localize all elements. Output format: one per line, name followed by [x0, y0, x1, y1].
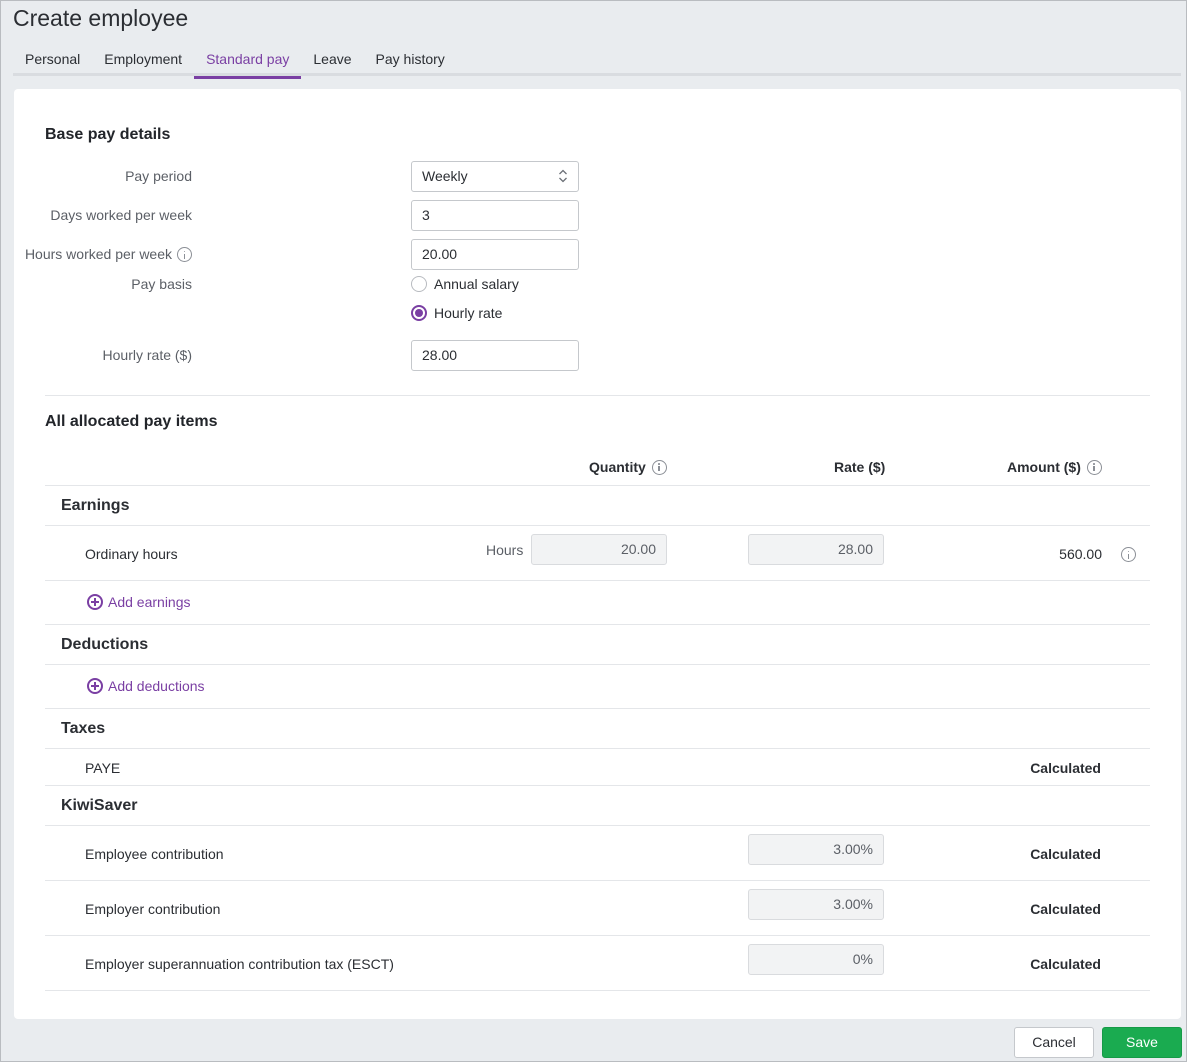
deductions-heading: Deductions — [61, 636, 149, 653]
info-icon[interactable] — [177, 247, 192, 262]
radio-unchecked-icon — [411, 276, 427, 292]
tab-leave[interactable]: Leave — [301, 44, 363, 76]
quantity-unit-label: Hours — [486, 542, 524, 558]
tab-employment[interactable]: Employment — [92, 44, 194, 76]
days-per-week-input[interactable]: 3 — [411, 200, 579, 231]
pay-basis-row: Pay basis Annual salary — [14, 273, 614, 295]
radio-checked-icon — [411, 305, 427, 321]
divider — [45, 880, 1150, 881]
kiwisaver-heading: KiwiSaver — [61, 797, 138, 814]
divider — [45, 785, 1150, 786]
divider — [45, 395, 1150, 396]
tab-standard-pay[interactable]: Standard pay — [194, 44, 302, 79]
days-per-week-row: Days worked per week 3 — [14, 200, 614, 231]
add-circle-icon — [87, 594, 103, 610]
hours-per-week-label: Hours worked per week — [25, 239, 192, 270]
pay-period-select[interactable]: Weekly — [411, 161, 579, 192]
pay-period-row: Pay period Weekly — [14, 161, 614, 192]
select-chevron-icon — [559, 169, 567, 183]
days-per-week-label: Days worked per week — [50, 207, 192, 223]
page-title: Create employee — [13, 5, 189, 31]
quantity-column-header: Quantity — [589, 459, 667, 475]
employee-contribution-label: Employee contribution — [85, 846, 224, 862]
add-circle-icon — [87, 678, 103, 694]
rate-column-header: Rate ($) — [834, 459, 886, 475]
pay-items-heading: All allocated pay items — [45, 413, 218, 430]
radio-hourly-rate[interactable]: Hourly rate — [411, 305, 502, 321]
amount-value: 560.00 — [1059, 546, 1102, 562]
earnings-heading: Earnings — [61, 497, 130, 514]
save-button[interactable]: Save — [1102, 1027, 1182, 1058]
divider — [45, 825, 1150, 826]
hourly-rate-row: Hourly rate ($) 28.00 — [14, 340, 614, 371]
info-icon[interactable] — [651, 459, 667, 475]
divider — [45, 748, 1150, 749]
paye-label: PAYE — [85, 760, 121, 776]
employee-contribution-amount: Calculated — [1030, 846, 1101, 862]
hours-per-week-row: Hours worked per week 20.00 — [14, 239, 614, 270]
divider — [45, 990, 1150, 991]
hourly-rate-input[interactable]: 28.00 — [411, 340, 579, 371]
esct-label: Employer superannuation contribution tax… — [85, 956, 394, 972]
rate-input: 28.00 — [748, 534, 884, 565]
tab-pay-history[interactable]: Pay history — [364, 44, 457, 76]
employer-contribution-label: Employer contribution — [85, 901, 221, 917]
divider — [45, 664, 1150, 665]
add-earnings-link[interactable]: Add earnings — [87, 594, 191, 610]
employer-contribution-amount: Calculated — [1030, 901, 1101, 917]
divider — [45, 935, 1150, 936]
tab-personal[interactable]: Personal — [13, 44, 92, 76]
employee-contribution-rate: 3.00% — [748, 834, 884, 865]
tab-bar: Personal Employment Standard pay Leave P… — [13, 44, 1181, 79]
divider — [45, 624, 1150, 625]
amount-column-header: Amount ($) — [1007, 459, 1102, 475]
quantity-input: 20.00 — [531, 534, 667, 565]
cancel-button[interactable]: Cancel — [1014, 1027, 1094, 1058]
divider — [45, 580, 1150, 581]
hours-per-week-input[interactable]: 20.00 — [411, 239, 579, 270]
pay-basis-label: Pay basis — [131, 276, 192, 292]
base-pay-details-heading: Base pay details — [45, 126, 171, 143]
divider — [45, 525, 1150, 526]
employer-contribution-rate: 3.00% — [748, 889, 884, 920]
pay-period-label: Pay period — [125, 168, 192, 184]
divider — [45, 708, 1150, 709]
taxes-heading: Taxes — [61, 720, 106, 737]
standard-pay-card: Base pay details Pay period Weekly Days … — [14, 89, 1181, 1019]
info-icon[interactable] — [1121, 547, 1136, 562]
esct-rate: 0% — [748, 944, 884, 975]
info-icon[interactable] — [1086, 459, 1102, 475]
divider — [45, 485, 1150, 486]
hourly-rate-label: Hourly rate ($) — [102, 347, 192, 363]
earnings-item-label: Ordinary hours — [85, 546, 178, 562]
add-deductions-link[interactable]: Add deductions — [87, 678, 205, 694]
paye-amount: Calculated — [1030, 760, 1101, 776]
radio-annual-salary[interactable]: Annual salary — [411, 276, 519, 292]
esct-amount: Calculated — [1030, 956, 1101, 972]
